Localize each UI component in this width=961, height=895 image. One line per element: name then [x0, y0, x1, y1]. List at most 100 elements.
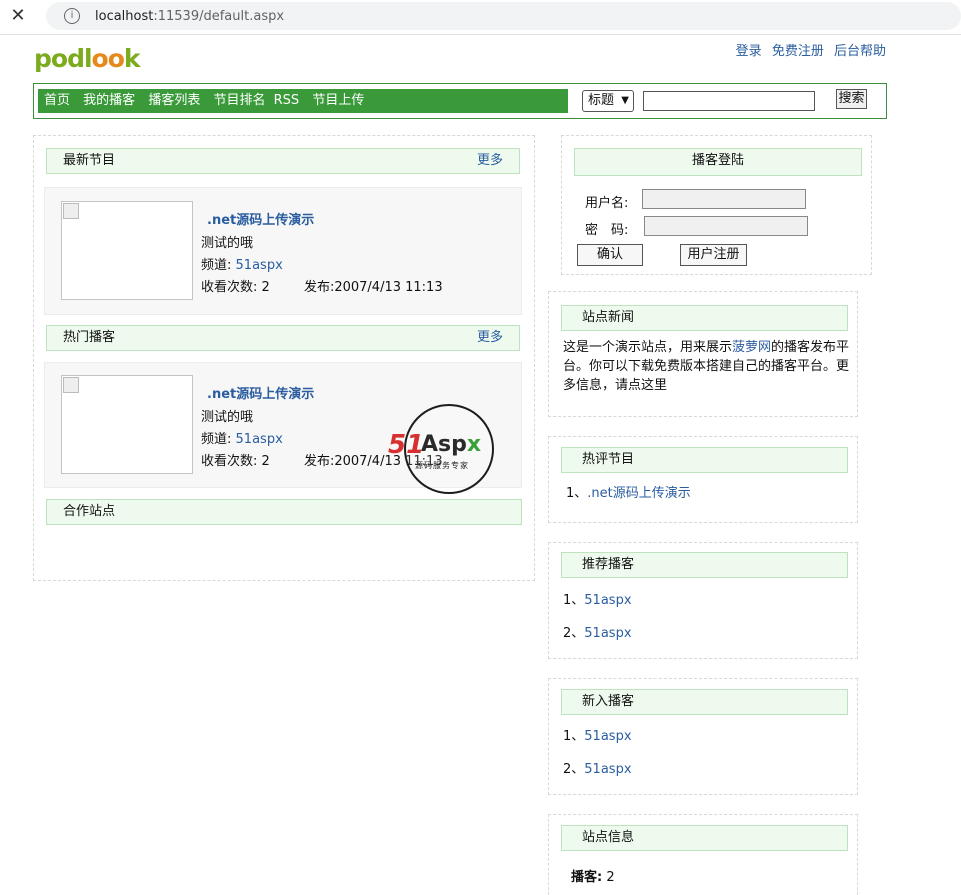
- nav-menu: 首页 我的播客 播客列表 节目排名 RSS 节目上传: [38, 89, 568, 113]
- nav-item-rss[interactable]: RSS: [274, 89, 300, 113]
- site-news-title: 站点新闻: [582, 310, 635, 325]
- list-index: 2、: [563, 626, 585, 641]
- nav-item-my-podcast[interactable]: 我的播客: [83, 89, 135, 113]
- login-link[interactable]: 登录: [736, 44, 762, 59]
- watermark-brand-a: Asp: [421, 432, 467, 457]
- address-text[interactable]: localhost:11539/default.aspx: [95, 9, 284, 24]
- nav-item-home[interactable]: 首页: [44, 89, 70, 113]
- register-link[interactable]: 免费注册: [772, 44, 824, 59]
- site-news-header: 站点新闻: [561, 305, 848, 331]
- nav-item-upload[interactable]: 节目上传: [312, 89, 364, 113]
- latest-views-label: 收看次数:: [201, 280, 258, 295]
- hot-views-label: 收看次数:: [201, 454, 258, 469]
- hot-views-value: 2: [261, 454, 270, 469]
- hot-comments-header: 热评节目: [561, 447, 848, 473]
- nav-item-ranking[interactable]: 节目排名: [213, 89, 265, 113]
- latest-header: 最新节目 更多: [46, 148, 520, 174]
- site-news-line2: 台。你可以下载免费版本搭建自己的播客平台。更: [563, 359, 850, 374]
- hot-comment-link[interactable]: .net源码上传演示: [587, 486, 690, 501]
- hot-more-link[interactable]: 更多: [477, 326, 503, 350]
- watermark-subtitle: 源码服务专家: [415, 461, 469, 470]
- top-links: 登录 免费注册 后台帮助: [730, 40, 886, 59]
- hot-title: 热门播客: [63, 330, 116, 345]
- list-index: 1、: [563, 593, 585, 608]
- site-news-link[interactable]: 菠萝网: [732, 340, 771, 355]
- user-register-button[interactable]: 用户注册: [680, 244, 747, 266]
- list-index: 1、: [563, 729, 585, 744]
- list-item: 2、51aspx: [563, 622, 632, 641]
- new-podcasts-header: 新入播客: [561, 689, 848, 715]
- hot-thumbnail[interactable]: [61, 375, 193, 474]
- partners-title: 合作站点: [63, 504, 116, 519]
- site-logo[interactable]: podlook: [34, 44, 141, 73]
- hot-comments-item: 1、.net源码上传演示: [566, 482, 691, 501]
- latest-published-value: 2007/4/13 11:13: [334, 280, 443, 295]
- url-host: localhost: [95, 9, 154, 24]
- site-news-line1: 这是一个演示站点，用来展示菠萝网的播客发布平: [563, 338, 855, 357]
- hot-comments-title: 热评节目: [582, 452, 635, 467]
- site-news-line3: 多信息，请点这里: [563, 378, 668, 393]
- help-link[interactable]: 后台帮助: [834, 44, 886, 59]
- latest-thumbnail[interactable]: [61, 201, 193, 300]
- logo-text-a: podl: [34, 44, 93, 73]
- search-type-value: 标题: [588, 93, 615, 108]
- latest-views-value: 2: [261, 280, 270, 295]
- hot-channel-link[interactable]: 51aspx: [236, 432, 283, 447]
- hot-episode-title[interactable]: .net源码上传演示: [207, 383, 314, 402]
- list-item: 2、51aspx: [563, 758, 632, 777]
- chevron-down-icon: ▼: [621, 95, 629, 106]
- broken-image-icon: [63, 377, 79, 393]
- new-podcast-link[interactable]: 51aspx: [584, 729, 631, 744]
- username-label: 用户名:: [585, 196, 629, 211]
- hot-episode-desc: 测试的哦: [201, 410, 254, 425]
- hot-channel: 频道: 51aspx: [201, 428, 283, 447]
- site-info-podcasts: 播客: 2: [571, 866, 615, 885]
- nav-item-podcast-list[interactable]: 播客列表: [148, 89, 200, 113]
- latest-episode-title[interactable]: .net源码上传演示: [207, 209, 314, 228]
- search-type-select[interactable]: 标题 ▼: [582, 90, 634, 112]
- list-index: 2、: [563, 762, 585, 777]
- site-info-podcasts-value: 2: [606, 870, 615, 885]
- hot-channel-label: 频道:: [201, 432, 232, 447]
- latest-more-link[interactable]: 更多: [477, 149, 503, 173]
- recommended-link[interactable]: 51aspx: [584, 626, 631, 641]
- latest-stats: 收看次数: 2 发布:2007/4/13 11:13: [201, 276, 443, 295]
- new-podcast-link[interactable]: 51aspx: [584, 762, 631, 777]
- password-label: 密 码:: [585, 223, 629, 238]
- close-icon[interactable]: ✕: [8, 6, 28, 26]
- latest-episode-desc: 测试的哦: [201, 236, 254, 251]
- list-item: 1、51aspx: [563, 589, 632, 608]
- broken-image-icon: [63, 203, 79, 219]
- site-info-header: 站点信息: [561, 825, 848, 851]
- latest-channel-link[interactable]: 51aspx: [236, 258, 283, 273]
- watermark-brand: Aspx: [421, 432, 481, 457]
- logo-text-b: oo: [91, 44, 125, 73]
- password-input[interactable]: [644, 216, 808, 236]
- site-news-text: 这是一个演示站点，用来展示菠萝网的播客发布平 台。你可以下载免费版本搭建自己的播…: [563, 338, 855, 395]
- login-header: 播客登陆: [574, 148, 862, 176]
- list-index: 1、: [566, 486, 588, 501]
- latest-title: 最新节目: [63, 153, 116, 168]
- url-path: :11539/default.aspx: [153, 9, 285, 24]
- username-input[interactable]: [642, 189, 806, 209]
- hot-published-label: 发布:: [303, 454, 335, 469]
- hot-header: 热门播客 更多: [46, 325, 520, 351]
- site-info-podcasts-label: 播客:: [571, 870, 603, 885]
- new-podcasts-title: 新入播客: [582, 694, 635, 709]
- site-news-text-before: 这是一个演示站点，用来展示: [563, 340, 733, 355]
- search-input[interactable]: [643, 91, 815, 111]
- latest-channel-label: 频道:: [201, 258, 232, 273]
- search-button[interactable]: 搜索: [836, 89, 867, 109]
- partners-header: 合作站点: [46, 499, 522, 525]
- confirm-button[interactable]: 确认: [577, 244, 643, 266]
- recommended-link[interactable]: 51aspx: [584, 593, 631, 608]
- login-title: 播客登陆: [691, 153, 744, 168]
- latest-published-label: 发布:: [303, 280, 335, 295]
- recommended-header: 推荐播客: [561, 552, 848, 578]
- site-news-text-after: 的播客发布平: [771, 340, 850, 355]
- info-icon[interactable]: i: [64, 8, 80, 24]
- site-info-title: 站点信息: [582, 830, 635, 845]
- latest-channel: 频道: 51aspx: [201, 254, 283, 273]
- list-item: 1、51aspx: [563, 725, 632, 744]
- watermark-brand-x: x: [466, 432, 482, 457]
